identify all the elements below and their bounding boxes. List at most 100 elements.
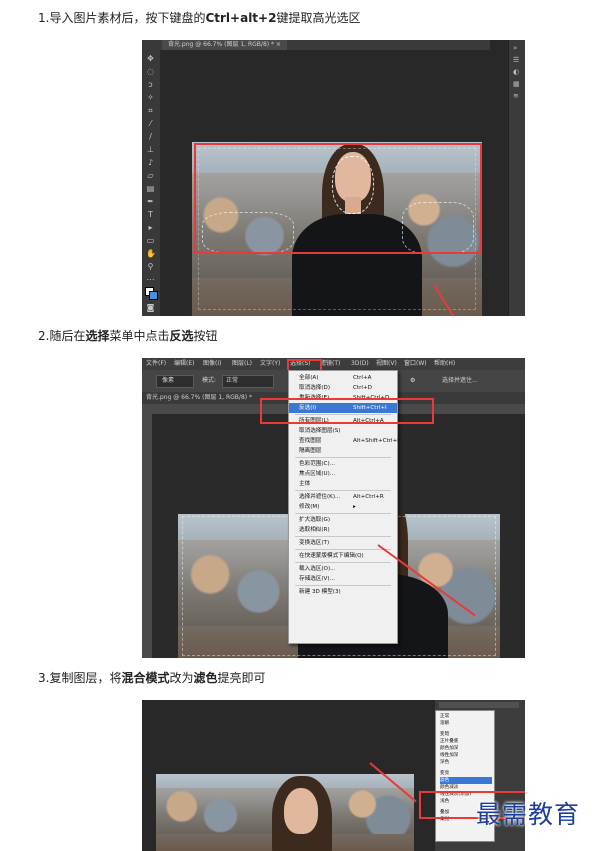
- mode-value: 正常: [226, 377, 239, 384]
- menu-separator: [295, 490, 391, 491]
- blend-mode-option[interactable]: 深色: [440, 759, 492, 766]
- menu-filter[interactable]: 滤镜(T): [320, 358, 340, 370]
- shape-icon[interactable]: ▭: [146, 236, 155, 245]
- right-panel-strip: » ☰ ◐ ▦ ≋: [508, 40, 525, 316]
- magic-wand-icon[interactable]: ✧: [146, 93, 155, 102]
- type-icon[interactable]: T: [146, 210, 155, 219]
- menu-item[interactable]: 取消选择图层(S): [289, 426, 397, 436]
- menu-item[interactable]: 色彩范围(C)...: [289, 459, 397, 469]
- menu-item[interactable]: 查找图层 Alt+Shift+Ctrl+F: [289, 436, 401, 446]
- photo-canvas[interactable]: [156, 774, 414, 851]
- blend-mode-selected[interactable]: 滤色: [440, 777, 492, 784]
- blend-mode-option[interactable]: 变暗: [440, 731, 492, 738]
- menu-item-label: 全部(A): [299, 375, 319, 381]
- blend-mode-option[interactable]: 溶解: [440, 720, 492, 727]
- menu-help[interactable]: 帮助(H): [434, 358, 455, 370]
- menu-type[interactable]: 文字(Y): [260, 358, 280, 370]
- menu-item-label: 色彩范围(C)...: [299, 461, 335, 467]
- expand-icon[interactable]: »: [513, 44, 517, 52]
- blend-mode-option[interactable]: 变亮: [440, 770, 492, 777]
- menu-3d[interactable]: 3D(D): [351, 358, 369, 370]
- marquee-icon[interactable]: ◌: [146, 67, 155, 76]
- menu-item-label: 取消选择(D): [299, 385, 331, 391]
- layers-icon[interactable]: ▦: [513, 80, 520, 88]
- menu-item-shortcut: Ctrl+D: [353, 385, 372, 391]
- menu-item[interactable]: 全部(A) Ctrl+A: [289, 373, 397, 383]
- menu-item[interactable]: 修改(M) ▸: [289, 502, 397, 512]
- menu-separator: [295, 562, 391, 563]
- menu-item[interactable]: 存储选区(V)...: [289, 574, 397, 584]
- hand-icon[interactable]: ✋: [146, 249, 156, 258]
- blend-mode-option[interactable]: 颜色减淡: [440, 784, 492, 791]
- menu-item-label: 隔离图层: [299, 448, 322, 454]
- quick-mask-icon[interactable]: ◙: [146, 303, 155, 312]
- screenshot-1: ✥ ◌ ↄ ✧ ⌗ ⁄ / ⊥ ♪ ▱ ▤ ✒ T ▸ ▭ ✋ ⚲ ⋯ ◙ 背光…: [142, 40, 525, 316]
- menu-separator: [295, 585, 391, 586]
- mode-label: 模式:: [202, 377, 217, 384]
- step-2-text: 2.随后在选择菜单中点击反选按钮: [38, 328, 218, 344]
- zoom-icon[interactable]: ⚲: [146, 262, 155, 271]
- menu-item-label: 焦点区域(U)...: [299, 471, 336, 477]
- menu-layer[interactable]: 图层(L): [232, 358, 252, 370]
- menu-item[interactable]: 选取相似(R): [289, 525, 397, 535]
- menu-item[interactable]: 选择并遮住(K)... Alt+Ctrl+R: [289, 492, 397, 502]
- blend-mode-option[interactable]: 正常: [440, 713, 492, 720]
- menu-item[interactable]: 主体: [289, 479, 397, 489]
- menu-window[interactable]: 窗口(W): [404, 358, 427, 370]
- menu-view[interactable]: 视图(V): [376, 358, 397, 370]
- tool-panel: ✥ ◌ ↄ ✧ ⌗ ⁄ / ⊥ ♪ ▱ ▤ ✒ T ▸ ▭ ✋ ⚲ ⋯ ◙: [142, 40, 160, 316]
- lasso-icon[interactable]: ↄ: [146, 80, 155, 89]
- path-select-icon[interactable]: ▸: [146, 223, 155, 232]
- menu-item-label: 查找图层: [299, 438, 322, 444]
- menu-item[interactable]: 新建 3D 模型(3): [289, 587, 397, 597]
- menu-item[interactable]: 在快速蒙版模式下编辑(Q): [289, 551, 397, 561]
- inverse-option-highlight: [260, 398, 434, 424]
- step-number: 1.: [38, 11, 50, 25]
- menu-item-label: 变换选区(T): [299, 540, 330, 546]
- stamp-icon[interactable]: ⊥: [146, 145, 155, 154]
- highlight-selection-box: [194, 143, 482, 254]
- menu-edit[interactable]: 编辑(E): [174, 358, 194, 370]
- command-name: 反选: [169, 329, 194, 343]
- gear-icon[interactable]: ⚙: [410, 376, 415, 386]
- gradient-icon[interactable]: ▤: [146, 184, 155, 193]
- crop-icon[interactable]: ⌗: [146, 106, 155, 115]
- menu-item-label: 主体: [299, 481, 311, 487]
- menu-bar: 文件(F) 编辑(E) 图像(I) 图层(L) 文字(Y) 选择(S) 滤镜(T…: [142, 358, 525, 370]
- menu-image[interactable]: 图像(I): [203, 358, 221, 370]
- menu-item[interactable]: 载入选区(O)...: [289, 564, 397, 574]
- menu-item[interactable]: 扩大选取(G): [289, 515, 397, 525]
- menu-item-shortcut: ▸: [353, 504, 356, 510]
- menu-item-label: 存储选区(V)...: [299, 576, 335, 582]
- step-text: 提亮即可: [217, 671, 266, 685]
- menu-item-shortcut: Ctrl+A: [353, 375, 372, 381]
- adjustments-icon[interactable]: ◐: [513, 68, 519, 76]
- menu-file[interactable]: 文件(F): [146, 358, 166, 370]
- menu-item-label: 新建 3D 模型(3): [299, 589, 341, 595]
- brush-icon[interactable]: /: [146, 132, 155, 141]
- blend-mode-option[interactable]: 线性加深: [440, 752, 492, 759]
- menu-separator: [295, 457, 391, 458]
- move-icon[interactable]: ✥: [146, 54, 155, 63]
- background-color-swatch[interactable]: [149, 291, 158, 300]
- panel-tabs: [439, 702, 519, 708]
- screenshot-2: 文件(F) 编辑(E) 图像(I) 图层(L) 文字(Y) 选择(S) 滤镜(T…: [142, 358, 525, 658]
- more-tools-icon[interactable]: ⋯: [146, 275, 155, 284]
- menu-separator: [295, 549, 391, 550]
- menu-name: 选择: [85, 329, 110, 343]
- pen-icon[interactable]: ✒: [146, 197, 155, 206]
- menu-item[interactable]: 焦点区域(U)...: [289, 469, 397, 479]
- menu-item-shortcut: Alt+Ctrl+R: [353, 494, 384, 500]
- document-tab[interactable]: 背光.png @ 66.7% (图层 1, RGB/8) * ×: [162, 40, 287, 50]
- properties-icon[interactable]: ☰: [513, 56, 519, 64]
- channels-icon[interactable]: ≋: [513, 92, 519, 100]
- select-and-mask-button[interactable]: 选择并遮住...: [442, 376, 478, 386]
- blend-mode-option[interactable]: 正片叠底: [440, 738, 492, 745]
- menu-item[interactable]: 隔离图层: [289, 446, 397, 456]
- mode-name: 滤色: [193, 671, 218, 685]
- eyedropper-icon[interactable]: ⁄: [146, 119, 155, 128]
- eraser-icon[interactable]: ▱: [146, 171, 155, 180]
- history-brush-icon[interactable]: ♪: [146, 158, 155, 167]
- menu-item[interactable]: 取消选择(D) Ctrl+D: [289, 383, 397, 393]
- blend-mode-option[interactable]: 颜色加深: [440, 745, 492, 752]
